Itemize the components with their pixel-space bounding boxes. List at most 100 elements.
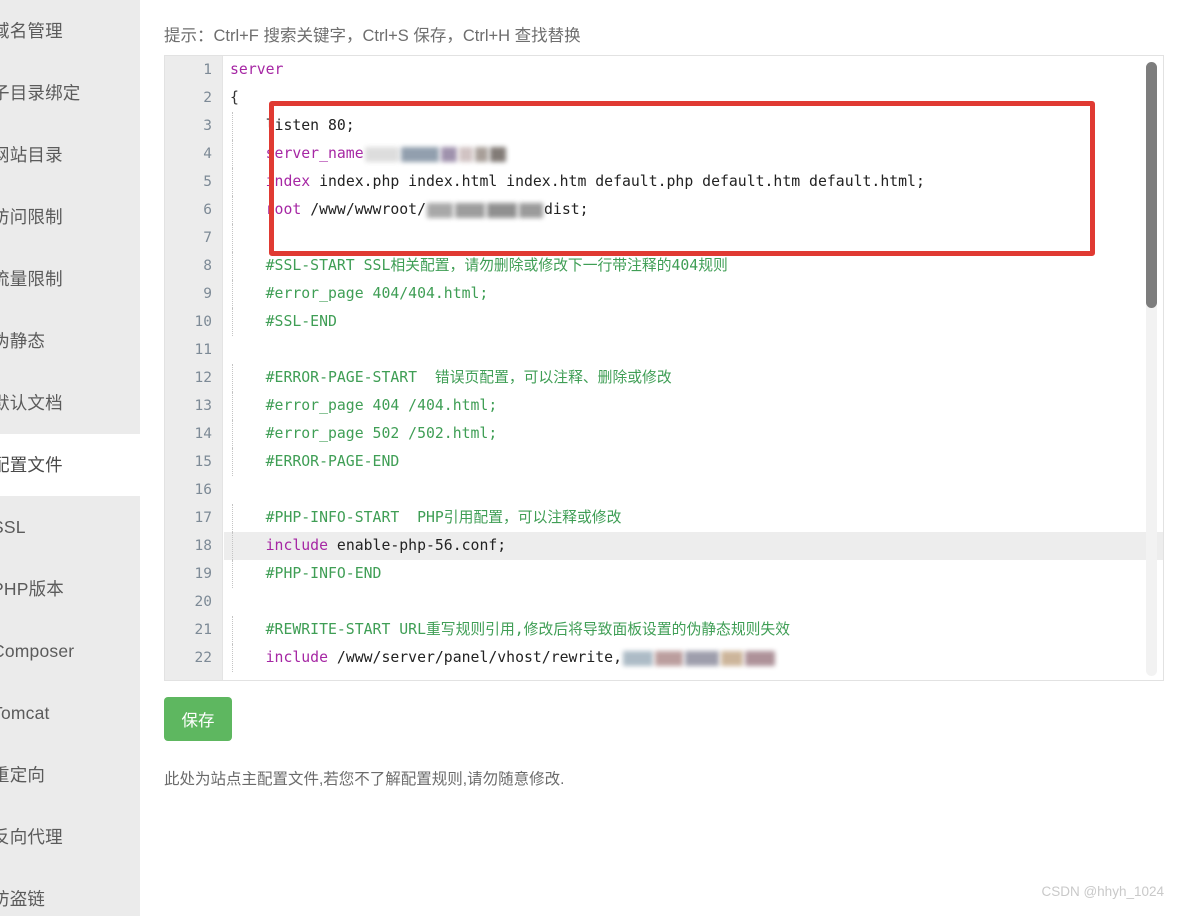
line-number: 16 — [194, 482, 212, 498]
sidebar: 域名管理子目录绑定网站目录访问限制流量限制伪静态默认文档配置文件 SSL PHP版本… — [0, 0, 140, 916]
sidebar-item-label: 域名管理 — [0, 21, 63, 41]
code-line[interactable]: server_name — [224, 140, 1163, 168]
code-token-kw: root — [230, 201, 302, 218]
code-token-txt: listen 80; — [230, 117, 355, 134]
sidebar-item-label: 防盗链 — [0, 889, 46, 909]
code-line[interactable] — [224, 224, 1163, 252]
sidebar-item-6[interactable]: 默认文档 — [0, 372, 140, 434]
sidebar-item-2[interactable]: 网站目录 — [0, 124, 140, 186]
sidebar-item-13[interactable]: 反向代理 — [0, 806, 140, 868]
line-number: 15 — [194, 454, 212, 470]
code-token-cmt: #SSL-END — [230, 313, 337, 330]
code-token-txt: /www/wwwroot/ — [301, 201, 426, 218]
sidebar-item-10[interactable]: Composer — [0, 620, 140, 682]
line-number: 10 — [194, 314, 212, 330]
line-number: 9 — [203, 286, 212, 302]
code-line[interactable]: { — [224, 84, 1163, 112]
code-line[interactable]: #ERROR-PAGE-END — [224, 448, 1163, 476]
sidebar-item-label: 重定向 — [0, 765, 46, 785]
save-button[interactable]: 保存 — [164, 697, 232, 741]
watermark-text: CSDN @hhyh_1024 — [1041, 884, 1164, 899]
redacted-text — [744, 650, 775, 666]
line-number: 11 — [194, 342, 212, 358]
code-line[interactable]: listen 80; — [224, 112, 1163, 140]
code-line[interactable]: #REWRITE-START URL重写规则引用,修改后将导致面板设置的伪静态规… — [224, 616, 1163, 644]
code-line[interactable]: #error_page 502 /502.html; — [224, 420, 1163, 448]
code-token-kw: server_name — [230, 145, 364, 162]
page-root: 域名管理子目录绑定网站目录访问限制流量限制伪静态默认文档配置文件 SSL PHP版本… — [0, 0, 1178, 916]
code-token-cmt: #error_page 404 /404.html; — [230, 397, 498, 414]
code-token-txt: dist; — [544, 201, 589, 218]
code-token-cmt: #error_page 404/404.html; — [230, 285, 489, 302]
code-line[interactable]: #PHP-INFO-END — [224, 560, 1163, 588]
line-number: 7 — [203, 230, 212, 246]
sidebar-item-label: 反向代理 — [0, 827, 63, 847]
code-token-cmt: #REWRITE-START URL重写规则引用,修改后将导致面板设置的伪静态规… — [230, 621, 791, 638]
code-token-kw: server — [230, 61, 284, 78]
code-token-txt: enable-php-56.conf; — [328, 537, 507, 554]
editor-footer-note: 此处为站点主配置文件,若您不了解配置规则,请勿随意修改. — [164, 771, 565, 788]
sidebar-item-label: 访问限制 — [0, 207, 63, 227]
sidebar-item-1[interactable]: 子目录绑定 — [0, 62, 140, 124]
sidebar-item-label: SSL — [0, 517, 26, 537]
code-line[interactable] — [224, 588, 1163, 616]
code-token-cmt: #error_page 502 /502.html; — [230, 425, 498, 442]
redacted-text — [364, 146, 399, 162]
code-line[interactable]: server — [224, 56, 1163, 84]
sidebar-item-14[interactable]: 防盗链 — [0, 868, 140, 916]
code-token-cmt: #PHP-INFO-END — [230, 565, 382, 582]
code-line[interactable]: #SSL-END — [224, 308, 1163, 336]
code-token-cmt: #ERROR-PAGE-END — [230, 453, 400, 470]
code-line[interactable]: include /www/server/panel/vhost/rewrite, — [224, 644, 1163, 672]
line-number: 8 — [203, 258, 212, 274]
editor-hint-text: 提示：Ctrl+F 搜索关键字，Ctrl+S 保存，Ctrl+H 查找替换 — [164, 27, 581, 45]
redacted-text — [458, 146, 473, 162]
code-token-kw: index — [230, 173, 311, 190]
line-number: 13 — [194, 398, 212, 414]
line-number: 3 — [203, 118, 212, 134]
code-token-txt: index.php index.html index.htm default.p… — [310, 173, 925, 190]
sidebar-item-5[interactable]: 伪静态 — [0, 310, 140, 372]
code-token-punc: { — [230, 89, 239, 106]
redacted-text — [427, 202, 453, 218]
code-line[interactable]: #ERROR-PAGE-START 错误页配置，可以注释、删除或修改 — [224, 364, 1163, 392]
code-line[interactable]: include enable-php-56.conf; — [224, 532, 1163, 560]
sidebar-item-label: 配置文件 — [0, 455, 63, 475]
code-line[interactable]: #PHP-INFO-START PHP引用配置，可以注释或修改 — [224, 504, 1163, 532]
code-line[interactable]: #error_page 404/404.html; — [224, 280, 1163, 308]
code-line[interactable]: index index.php index.html index.htm def… — [224, 168, 1163, 196]
sidebar-item-3[interactable]: 访问限制 — [0, 186, 140, 248]
code-line[interactable]: root /www/wwwroot/dist; — [224, 196, 1163, 224]
code-line[interactable]: #SSL-START SSL相关配置，请勿删除或修改下一行带注释的404规则 — [224, 252, 1163, 280]
editor-scrollbar-thumb[interactable] — [1146, 62, 1157, 308]
sidebar-item-0[interactable]: 域名管理 — [0, 0, 140, 62]
main-content: 提示：Ctrl+F 搜索关键字，Ctrl+S 保存，Ctrl+H 查找替换 12… — [140, 0, 1178, 916]
line-number: 22 — [194, 650, 212, 666]
line-number: 1 — [203, 62, 212, 78]
code-token-txt: /www/server/panel/vhost/rewrite, — [328, 649, 622, 666]
line-number-gutter: 1 2 3 4 5 6 7 8 9 10 11 12 13 14 15 16 17 18 19 20 21 22 — [165, 56, 223, 680]
sidebar-item-12[interactable]: 重定向 — [0, 744, 140, 806]
sidebar-item-9[interactable]: PHP版本 — [0, 558, 140, 620]
sidebar-item-8[interactable]: SSL — [0, 496, 140, 558]
config-file-editor[interactable]: 1 2 3 4 5 6 7 8 9 10 11 12 13 14 15 16 17 18 19 20 21 22 serv… — [164, 55, 1164, 681]
sidebar-item-label: PHP版本 — [0, 579, 64, 599]
redacted-text — [622, 650, 653, 666]
code-area[interactable]: server { listen 80; server_name index ind… — [224, 56, 1163, 680]
code-line[interactable]: #error_page 404 /404.html; — [224, 392, 1163, 420]
sidebar-item-label: 流量限制 — [0, 269, 63, 289]
line-number: 19 — [194, 566, 212, 582]
line-number: 4 — [203, 146, 212, 162]
code-line[interactable] — [224, 336, 1163, 364]
editor-scrollbar-track[interactable] — [1146, 62, 1157, 676]
line-number: 21 — [194, 622, 212, 638]
redacted-text — [654, 650, 683, 666]
sidebar-item-4[interactable]: 流量限制 — [0, 248, 140, 310]
sidebar-item-11[interactable]: Tomcat — [0, 682, 140, 744]
line-number: 12 — [194, 370, 212, 386]
sidebar-item-label: 子目录绑定 — [0, 83, 81, 103]
redacted-text — [720, 650, 743, 666]
redacted-text — [400, 146, 439, 162]
code-line[interactable] — [224, 476, 1163, 504]
sidebar-item-7[interactable]: 配置文件 — [0, 434, 140, 496]
